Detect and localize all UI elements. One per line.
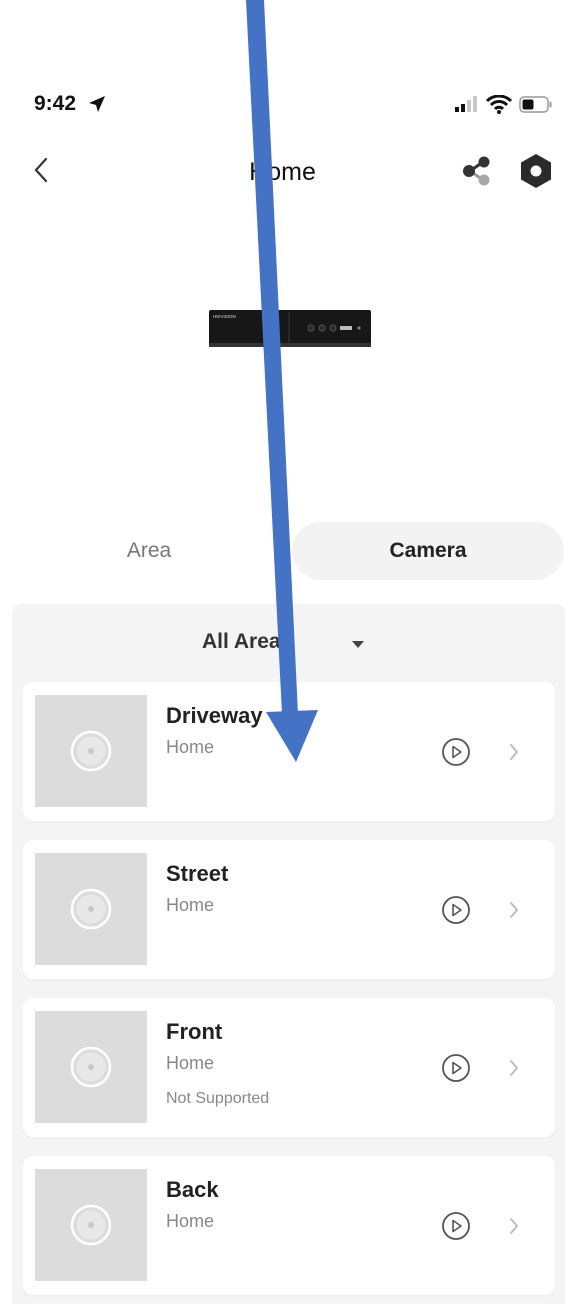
settings-hexagon-icon[interactable] bbox=[517, 152, 555, 190]
camera-name: Back bbox=[166, 1177, 219, 1202]
nav-bar: Home bbox=[0, 140, 565, 200]
camera-card-back[interactable]: Back Home bbox=[23, 1156, 555, 1295]
status-time: 9:42 bbox=[34, 92, 77, 115]
camera-name: Street bbox=[166, 861, 229, 886]
location-arrow-icon bbox=[89, 96, 105, 112]
caret-down-icon bbox=[352, 641, 364, 648]
camera-name: Front bbox=[166, 1019, 223, 1044]
camera-card-front[interactable]: Front Home Not Supported bbox=[23, 998, 555, 1137]
view-tabs: Area Camera bbox=[0, 522, 565, 582]
camera-thumbnail bbox=[35, 1169, 147, 1281]
signal-bars-icon bbox=[455, 96, 477, 112]
status-bar: 9:42 bbox=[0, 86, 565, 126]
battery-icon bbox=[519, 96, 552, 113]
camera-thumbnail bbox=[35, 695, 147, 807]
camera-thumbnail bbox=[35, 1011, 147, 1123]
camera-area: Home bbox=[166, 1211, 215, 1231]
play-circle-icon[interactable] bbox=[441, 895, 471, 925]
play-circle-icon[interactable] bbox=[441, 737, 471, 767]
camera-placeholder-icon bbox=[70, 888, 112, 930]
play-circle-icon[interactable] bbox=[441, 1053, 471, 1083]
camera-card-street[interactable]: Street Home bbox=[23, 840, 555, 979]
camera-area: Home bbox=[166, 737, 215, 757]
camera-area: Home bbox=[166, 1053, 215, 1073]
camera-thumbnail bbox=[35, 853, 147, 965]
camera-placeholder-icon bbox=[70, 1046, 112, 1088]
tab-camera[interactable]: Camera bbox=[292, 522, 564, 580]
nvr-device-image: HIKVISION bbox=[209, 310, 371, 347]
chevron-right-icon[interactable] bbox=[507, 741, 521, 763]
camera-status: Not Supported bbox=[166, 1090, 270, 1107]
camera-name: Driveway bbox=[166, 703, 263, 728]
camera-placeholder-icon bbox=[70, 730, 112, 772]
wifi-icon bbox=[486, 95, 512, 114]
chevron-right-icon[interactable] bbox=[507, 899, 521, 921]
play-circle-icon[interactable] bbox=[441, 1211, 471, 1241]
camera-card-driveway[interactable]: Driveway Home bbox=[23, 682, 555, 821]
chevron-right-icon[interactable] bbox=[507, 1057, 521, 1079]
area-filter-dropdown[interactable]: All Areas bbox=[0, 625, 565, 665]
tab-area[interactable]: Area bbox=[0, 522, 298, 580]
chevron-right-icon[interactable] bbox=[507, 1215, 521, 1237]
area-filter-label: All Areas bbox=[202, 630, 293, 653]
camera-area: Home bbox=[166, 895, 215, 915]
share-icon[interactable] bbox=[460, 154, 494, 188]
camera-placeholder-icon bbox=[70, 1204, 112, 1246]
device-logo-text: HIKVISION bbox=[213, 314, 236, 319]
